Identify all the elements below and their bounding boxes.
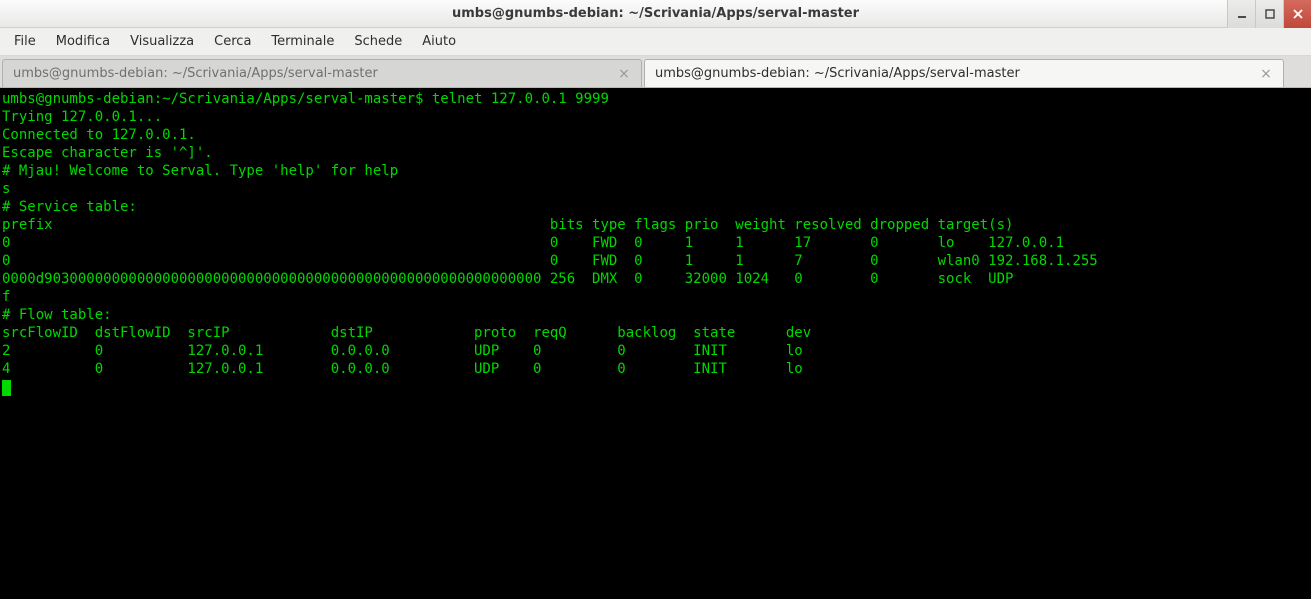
menu-edit[interactable]: Modifica: [46, 30, 120, 53]
terminal-line: 4 0 127.0.0.1 0.0.0.0 UDP 0 0 INIT lo: [2, 361, 803, 377]
close-button[interactable]: [1283, 0, 1311, 28]
menu-search[interactable]: Cerca: [204, 30, 261, 53]
terminal-line: Trying 127.0.0.1...: [2, 109, 162, 125]
terminal-line: Escape character is '^]'.: [2, 145, 213, 161]
minimize-icon: [1237, 9, 1247, 19]
minimize-button[interactable]: [1227, 0, 1255, 28]
tab-1[interactable]: umbs@gnumbs-debian: ~/Scrivania/Apps/ser…: [644, 59, 1284, 87]
window-controls: [1227, 0, 1311, 27]
terminal-line: prefix bits type flags prio weight resol…: [2, 217, 1013, 233]
menu-view[interactable]: Visualizza: [120, 30, 204, 53]
terminal-line: f: [2, 289, 10, 305]
terminal-line: # Mjau! Welcome to Serval. Type 'help' f…: [2, 163, 398, 179]
terminal-viewport[interactable]: umbs@gnumbs-debian:~/Scrivania/Apps/serv…: [0, 88, 1311, 599]
terminal-line: # Flow table:: [2, 307, 112, 323]
terminal-command: telnet 127.0.0.1 9999: [432, 91, 609, 107]
tab-label: umbs@gnumbs-debian: ~/Scrivania/Apps/ser…: [655, 66, 1259, 81]
tab-label: umbs@gnumbs-debian: ~/Scrivania/Apps/ser…: [13, 66, 617, 81]
close-icon: [1293, 9, 1303, 19]
tab-close-icon[interactable]: ×: [1259, 67, 1273, 81]
titlebar: umbs@gnumbs-debian: ~/Scrivania/Apps/ser…: [0, 0, 1311, 28]
terminal-cursor: [2, 380, 11, 396]
menu-tabs[interactable]: Schede: [344, 30, 412, 53]
terminal-prompt: umbs@gnumbs-debian:~/Scrivania/Apps/serv…: [2, 91, 432, 107]
tab-0[interactable]: umbs@gnumbs-debian: ~/Scrivania/Apps/ser…: [2, 59, 642, 87]
tab-close-icon[interactable]: ×: [617, 67, 631, 81]
menu-help[interactable]: Aiuto: [412, 30, 466, 53]
terminal-line: srcFlowID dstFlowID srcIP dstIP proto re…: [2, 325, 811, 341]
window-title: umbs@gnumbs-debian: ~/Scrivania/Apps/ser…: [0, 6, 1311, 21]
maximize-icon: [1265, 9, 1275, 19]
tabbar: umbs@gnumbs-debian: ~/Scrivania/Apps/ser…: [0, 56, 1311, 88]
terminal-line: 2 0 127.0.0.1 0.0.0.0 UDP 0 0 INIT lo: [2, 343, 803, 359]
terminal-line: 0 0 FWD 0 1 1 17 0 lo 127.0.0.1: [2, 235, 1064, 251]
terminal-line: 0 0 FWD 0 1 1 7 0 wlan0 192.168.1.255: [2, 253, 1098, 269]
menu-file[interactable]: File: [4, 30, 46, 53]
menu-terminal[interactable]: Terminale: [261, 30, 344, 53]
terminal-line: # Service table:: [2, 199, 137, 215]
terminal-line: 0000d90300000000000000000000000000000000…: [2, 271, 1013, 287]
terminal-line: s: [2, 181, 10, 197]
maximize-button[interactable]: [1255, 0, 1283, 28]
terminal-line: Connected to 127.0.0.1.: [2, 127, 196, 143]
menubar: File Modifica Visualizza Cerca Terminale…: [0, 28, 1311, 56]
